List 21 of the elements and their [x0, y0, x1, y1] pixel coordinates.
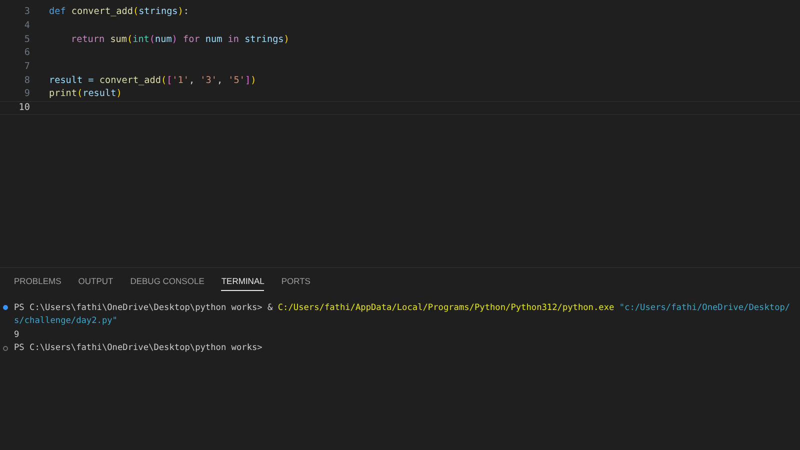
- line-number: 7: [23, 61, 30, 72]
- panel-tab[interactable]: OUTPUT: [78, 276, 114, 291]
- terminal-line: 9: [14, 330, 20, 340]
- panel-tab[interactable]: DEBUG CONSOLE: [130, 276, 204, 291]
- line-number: 6: [23, 47, 30, 58]
- terminal-line: PS C:\Users\fathi\OneDrive\Desktop\python works> & C:/Users/fathi/AppData/Local/Programs/Python/Python312/python.exe "c:/Users/fathi/OneDrive/Desktop/: [14, 302, 790, 313]
- panel-tab[interactable]: PORTS: [281, 276, 310, 291]
- code-line: def convert_add(strings):: [49, 6, 189, 18]
- panel-tab[interactable]: TERMINAL: [221, 276, 264, 291]
- code-line: result = convert_add(['1', '3', '5']): [49, 74, 256, 86]
- line-number: 8: [23, 74, 30, 86]
- terminal-line: PS C:\Users\fathi\OneDrive\Desktop\python works>: [14, 343, 262, 354]
- terminal-line: s/challenge/day2.py": [14, 316, 118, 326]
- line-number: 9: [23, 88, 30, 100]
- line-number: 5: [23, 34, 30, 45]
- line-number: 10: [18, 102, 30, 114]
- line-number: 3: [23, 6, 30, 18]
- panel-tab[interactable]: PROBLEMS: [14, 276, 62, 291]
- line-number: 4: [23, 20, 30, 32]
- code-line: return sum(int(num) for num in strings): [70, 34, 290, 45]
- code-line: print(result): [49, 88, 122, 100]
